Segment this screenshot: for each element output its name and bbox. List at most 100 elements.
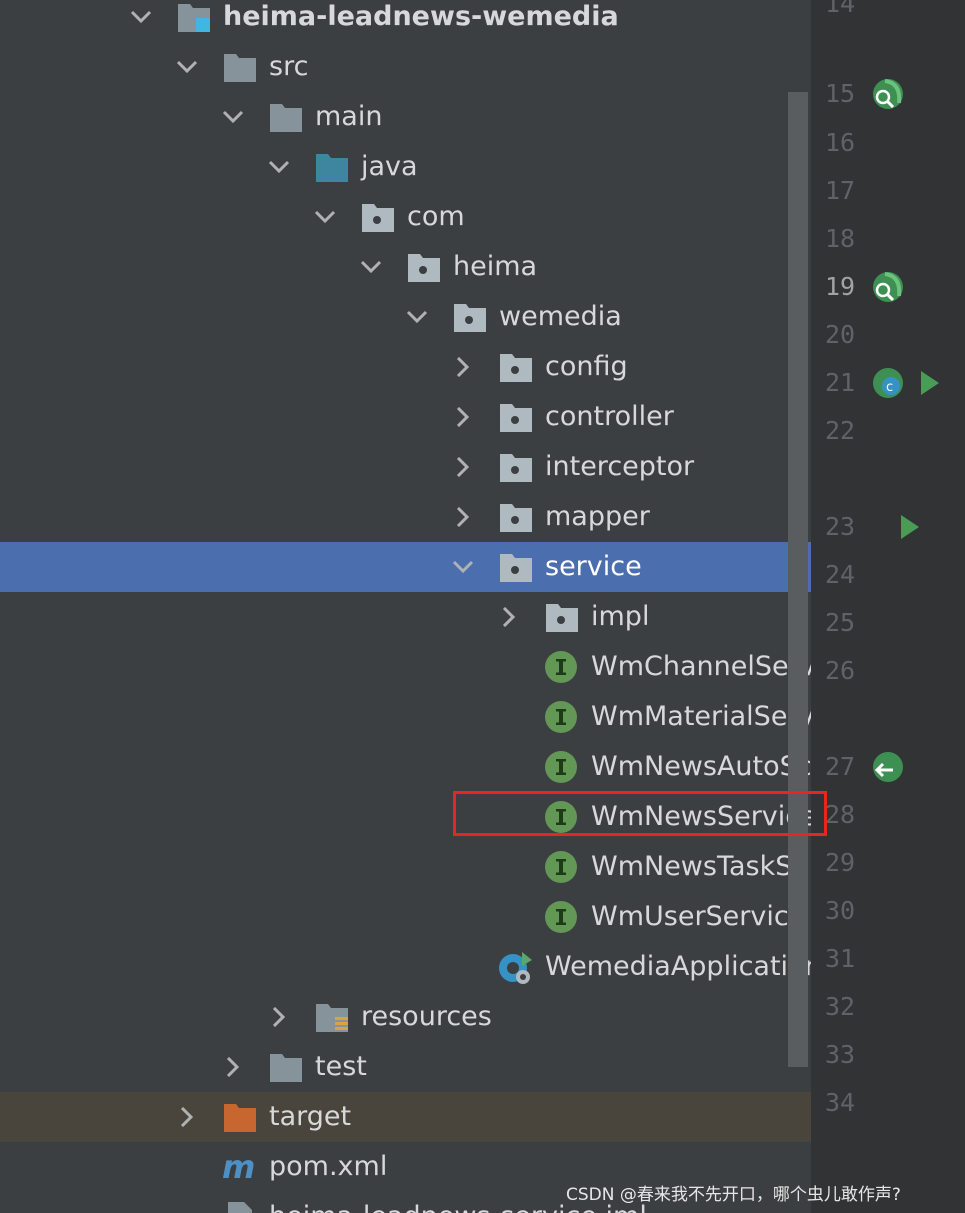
module-folder-icon xyxy=(176,0,212,34)
chevron-right-icon[interactable] xyxy=(448,442,476,492)
chevron-down-icon[interactable] xyxy=(264,142,292,192)
chevron-right-icon[interactable] xyxy=(218,1042,246,1092)
source-folder-icon xyxy=(314,150,350,184)
interface-icon xyxy=(544,900,580,934)
tree-item-label: WmChannelService xyxy=(591,651,811,682)
tree-item-label: WmNewsTaskService xyxy=(591,851,811,882)
bean-search-icon[interactable] xyxy=(871,77,905,115)
interface-icon xyxy=(544,650,580,684)
line-number: 25 xyxy=(825,608,856,637)
tree-item-label: mapper xyxy=(545,501,650,532)
tree-item[interactable]: impl xyxy=(0,592,811,642)
line-number: 28 xyxy=(825,800,856,829)
bean-search-icon[interactable] xyxy=(871,270,905,308)
tree-item-label: impl xyxy=(591,601,650,632)
tree-item-label: interceptor xyxy=(545,451,695,482)
tree-item-label: test xyxy=(315,1051,367,1082)
autowired-icon[interactable] xyxy=(871,750,905,788)
line-number: 32 xyxy=(825,992,856,1021)
tree-item[interactable]: target xyxy=(0,1092,811,1142)
package-icon xyxy=(544,600,580,634)
tree-item[interactable]: WmNewsTaskService xyxy=(0,842,811,892)
tree-item[interactable]: java xyxy=(0,142,811,192)
svg-text:m: m xyxy=(222,1150,255,1184)
chevron-down-icon[interactable] xyxy=(218,92,246,142)
maven-icon: m xyxy=(222,1150,258,1184)
line-number: 20 xyxy=(825,320,856,349)
interface-icon xyxy=(544,750,580,784)
chevron-down-icon[interactable] xyxy=(356,242,384,292)
package-icon xyxy=(452,300,488,334)
tree-item[interactable]: mapper xyxy=(0,492,811,542)
tree-item-label: config xyxy=(545,351,628,382)
line-number: 31 xyxy=(825,944,856,973)
tree-item[interactable]: main xyxy=(0,92,811,142)
tree-item[interactable]: resources xyxy=(0,992,811,1042)
spring-bean-icon[interactable]: c xyxy=(871,366,905,404)
package-icon xyxy=(498,450,534,484)
chevron-right-icon[interactable] xyxy=(494,592,522,642)
spring-boot-app-icon xyxy=(498,950,534,984)
tree-item[interactable]: com xyxy=(0,192,811,242)
line-number: 29 xyxy=(825,848,856,877)
tree-item-label: WemediaApplication xyxy=(545,951,811,982)
tree-item-label: src xyxy=(269,51,309,82)
line-number: 34 xyxy=(825,1088,856,1117)
chevron-right-icon[interactable] xyxy=(448,492,476,542)
tree-item[interactable]: heima-leadnews-wemedia xyxy=(0,0,811,42)
chevron-down-icon[interactable] xyxy=(448,542,476,592)
tree-item[interactable]: WmNewsAutoScanService xyxy=(0,742,811,792)
tree-item[interactable]: controller xyxy=(0,392,811,442)
tree-item-label: service xyxy=(545,551,642,582)
tree-item-label: wemedia xyxy=(499,301,622,332)
tree-item[interactable]: WmMaterialService xyxy=(0,692,811,742)
chevron-right-icon[interactable] xyxy=(448,392,476,442)
editor-gutter: 14 15 16 17 18 19 20 21 c 22 23 24 25 26 27 28 29 30 31 32 3… xyxy=(811,0,965,1213)
line-number: 24 xyxy=(825,560,856,589)
folder-icon xyxy=(222,50,258,84)
tree-item[interactable]: service xyxy=(0,542,811,592)
line-number: 16 xyxy=(825,128,856,157)
chevron-down-icon[interactable] xyxy=(172,42,200,92)
chevron-down-icon[interactable] xyxy=(126,0,154,42)
package-icon xyxy=(498,500,534,534)
tree-item[interactable]: WmUserService xyxy=(0,892,811,942)
package-icon xyxy=(498,400,534,434)
tree-item-label: heima xyxy=(453,251,538,282)
package-icon xyxy=(498,550,534,584)
interface-icon xyxy=(544,850,580,884)
tree-item[interactable]: config xyxy=(0,342,811,392)
line-number: 27 xyxy=(825,752,856,781)
line-number: 14 xyxy=(825,0,856,18)
tree-item-label: WmUserService xyxy=(591,901,806,932)
tree-item[interactable]: test xyxy=(0,1042,811,1092)
chevron-right-icon[interactable] xyxy=(172,1092,200,1142)
tree-item[interactable]: WemediaApplication xyxy=(0,942,811,992)
run-icon[interactable] xyxy=(897,513,923,545)
tree-item-label: WmNewsAutoScanService xyxy=(591,751,811,782)
tree-item-label: main xyxy=(315,101,383,132)
chevron-down-icon[interactable] xyxy=(402,292,430,342)
tree-item-label: heima-leadnews-wemedia xyxy=(223,1,619,32)
tree-scrollbar[interactable] xyxy=(788,92,808,1067)
tree-item-label: pom.xml xyxy=(269,1151,388,1182)
excluded-folder-icon xyxy=(222,1100,258,1134)
folder-icon xyxy=(268,1050,304,1084)
tree-item[interactable]: src xyxy=(0,42,811,92)
line-number: 18 xyxy=(825,224,856,253)
resources-folder-icon xyxy=(314,1000,350,1034)
annotation-highlight-box xyxy=(453,791,827,836)
tree-item-label: java xyxy=(361,151,418,182)
package-icon xyxy=(360,200,396,234)
line-number: 33 xyxy=(825,1040,856,1069)
tree-item[interactable]: heima xyxy=(0,242,811,292)
tree-item[interactable]: WmChannelService xyxy=(0,642,811,692)
line-number: 22 xyxy=(825,416,856,445)
chevron-right-icon[interactable] xyxy=(448,342,476,392)
watermark: CSDN @春来我不先开口，哪个虫儿敢作声? xyxy=(566,1185,901,1205)
chevron-right-icon[interactable] xyxy=(264,992,292,1042)
tree-item[interactable]: wemedia xyxy=(0,292,811,342)
chevron-down-icon[interactable] xyxy=(310,192,338,242)
run-icon[interactable] xyxy=(917,369,943,401)
tree-item[interactable]: interceptor xyxy=(0,442,811,492)
